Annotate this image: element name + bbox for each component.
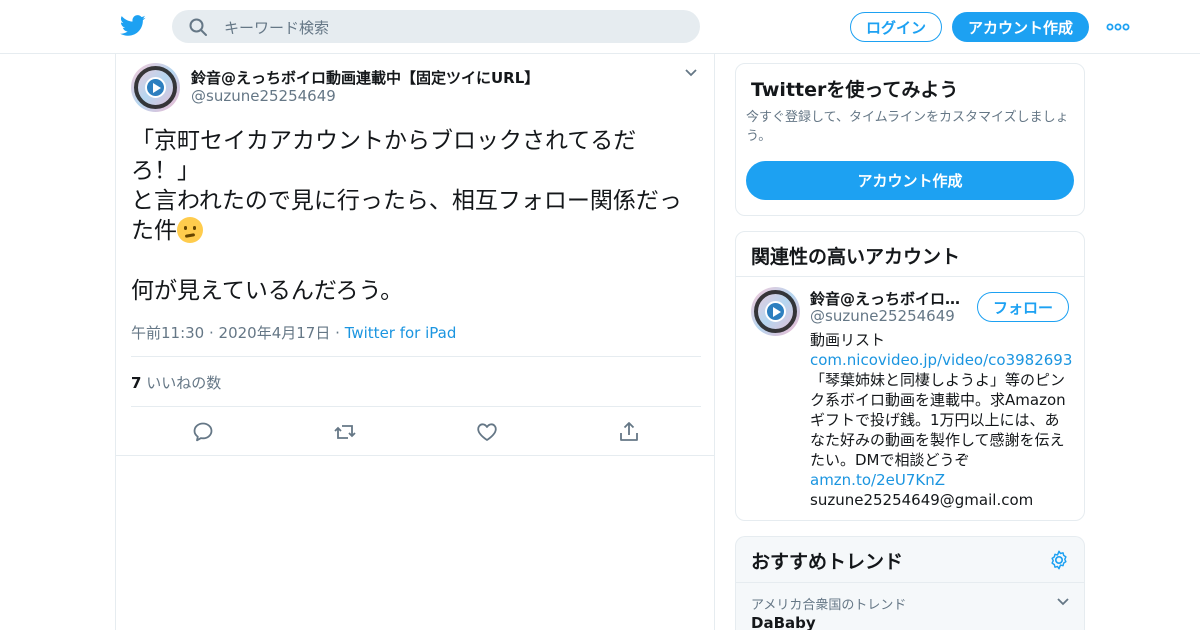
play-icon [145, 77, 166, 98]
retweet-icon[interactable] [333, 420, 357, 444]
likes-stat[interactable]: 7 いいねの数 [131, 372, 221, 393]
related-account-name[interactable]: 鈴音@えっちボイロ動画連載中【固定ツイにURL】 [810, 288, 966, 309]
chevron-down-icon[interactable] [1056, 597, 1070, 607]
avatar[interactable] [131, 63, 180, 112]
thinking-face-icon [177, 217, 203, 243]
tweet-source-link[interactable]: Twitter for iPad [345, 324, 457, 342]
trend-location: アメリカ合衆国のトレンド [751, 598, 907, 613]
bio-text: 「琴葉姉妹と同棲しようよ」等のピンク系ボイロ動画を連載中。求Amazonギフトで… [810, 371, 1066, 469]
create-account-button[interactable]: アカウント作成 [746, 161, 1074, 200]
bio-email: suzune25254649@gmail.com [810, 491, 1034, 509]
signup-card-title: Twitterを使ってみよう [751, 79, 959, 101]
tweet-actions [116, 420, 714, 456]
trends-card: おすすめトレンド アメリカ合衆国のトレンド DaBaby [735, 536, 1085, 630]
tweet-text-part1: 「京町セイカアカウントからブロックされてるだろ！」 と言われたので見に行ったら、… [131, 128, 682, 244]
divider [131, 356, 701, 357]
gear-icon[interactable] [1048, 549, 1070, 571]
related-accounts-card: 関連性の高いアカウント 鈴音@えっちボイロ動画連載中【固定ツイにURL】 @su… [735, 231, 1085, 521]
tweet-metadata: 午前11:30 · 2020年4月17日 · Twitter for iPad [131, 322, 456, 343]
signup-card-description: 今すぐ登録して、タイムラインをカスタマイズしましょう。 [746, 110, 1069, 144]
more-options-icon[interactable] [1106, 17, 1130, 37]
chevron-down-icon[interactable] [684, 68, 698, 78]
follow-button[interactable]: フォロー [977, 292, 1069, 322]
divider [736, 276, 1084, 277]
divider [736, 582, 1084, 583]
trends-card-title: おすすめトレンド [751, 551, 904, 573]
tweet-timestamp[interactable]: 午前11:30 · 2020年4月17日 [131, 324, 330, 342]
search-input[interactable]: キーワード検索 [224, 17, 329, 38]
author-name[interactable]: 鈴音@えっちボイロ動画連載中【固定ツイにURL】 [191, 67, 539, 88]
search-bar[interactable]: キーワード検索 [172, 10, 700, 43]
signup-card: Twitterを使ってみよう 今すぐ登録して、タイムラインをカスタマイズしましょ… [735, 63, 1085, 216]
top-navigation-bar: キーワード検索 ログイン アカウント作成 [0, 0, 1200, 54]
trend-item[interactable]: DaBaby [751, 614, 816, 630]
tweet-text: 「京町セイカアカウントからブロックされてるだろ！」 と言われたので見に行ったら、… [131, 126, 701, 306]
divider [131, 406, 701, 407]
meta-separator: · [335, 324, 340, 342]
signup-button[interactable]: アカウント作成 [952, 12, 1089, 42]
play-icon [765, 301, 786, 322]
bio-line: 動画リスト [810, 331, 886, 349]
login-button[interactable]: ログイン [850, 12, 942, 42]
tweet-text-part2: 何が見えているんだろう。 [131, 278, 404, 304]
likes-count: 7 [131, 374, 142, 392]
search-icon [189, 18, 207, 36]
tweet-permalink: 鈴音@えっちボイロ動画連載中【固定ツイにURL】 @suzune25254649… [115, 54, 715, 630]
likes-label: いいねの数 [146, 374, 222, 392]
author-handle[interactable]: @suzune25254649 [191, 87, 336, 105]
divider [116, 455, 714, 456]
related-card-title: 関連性の高いアカウント [751, 246, 961, 268]
twitter-bird-icon[interactable] [120, 14, 146, 38]
share-icon[interactable] [617, 420, 641, 444]
reply-icon[interactable] [191, 420, 215, 444]
bio-link-amazon[interactable]: amzn.to/2eU7KnZ [810, 471, 945, 489]
like-heart-icon[interactable] [475, 420, 499, 444]
avatar[interactable] [751, 287, 800, 336]
related-account-handle[interactable]: @suzune25254649 [810, 307, 955, 325]
related-account-bio: 動画リスト com.nicovideo.jp/video/co3982693 「琴… [810, 330, 1072, 510]
bio-link-nicovideo[interactable]: com.nicovideo.jp/video/co3982693 [810, 351, 1072, 369]
